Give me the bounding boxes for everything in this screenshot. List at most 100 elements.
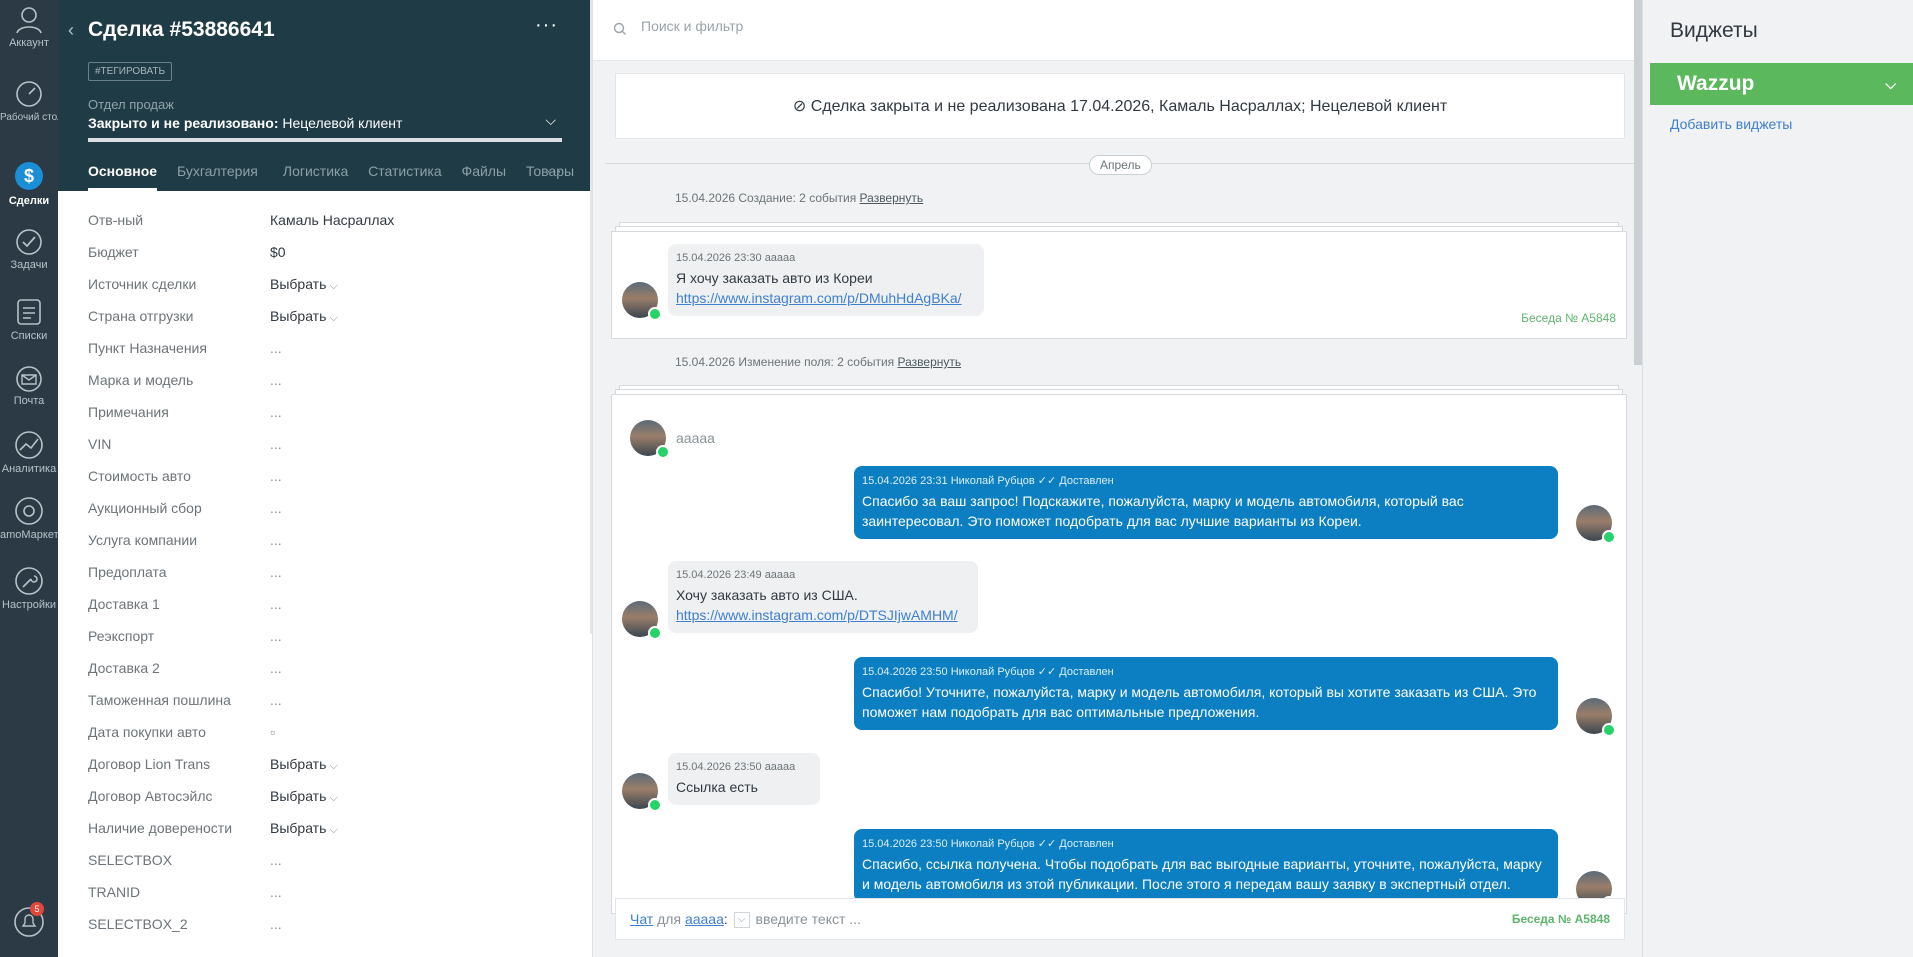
field-value[interactable]: ...: [270, 400, 282, 432]
wazzup-label: Wazzup: [1677, 72, 1755, 95]
conversation-id[interactable]: Беседа № A5848: [1521, 311, 1616, 325]
chevron-down-icon[interactable]: ⌵: [1885, 63, 1896, 105]
field-label: SELECTBOX: [88, 852, 173, 868]
field-value[interactable]: ...: [270, 432, 282, 464]
nav-settings[interactable]: Настройки: [0, 566, 58, 612]
field-label: Доставка 1: [88, 596, 160, 612]
wazzup-widget[interactable]: Wazzup ⌵: [1650, 63, 1913, 105]
double-check-icon: ✓✓: [1037, 838, 1057, 850]
field-label: Марка и модель: [88, 372, 194, 388]
composer-mode-link[interactable]: Чат: [630, 911, 653, 927]
composer-recipient-link[interactable]: ааааа: [685, 911, 724, 927]
nav-label: Аналитика: [1, 463, 57, 475]
field-value[interactable]: ...: [270, 656, 282, 688]
field-value[interactable]: ...: [270, 848, 282, 880]
closed-deal-banner: ⊘ Сделка закрыта и не реализована 17.04.…: [615, 73, 1625, 139]
chevron-down-icon[interactable]: ⌵: [733, 912, 750, 929]
nav-dashboard[interactable]: Рабочий стол: [0, 80, 58, 124]
field-row: SELECTBOX_2...: [88, 912, 568, 944]
nav-analytics[interactable]: Аналитика: [0, 430, 58, 476]
field-label: Услуга компании: [88, 532, 198, 548]
whatsapp-icon: [648, 626, 662, 640]
message-link[interactable]: https://www.instagram.com/p/DMuhHdAgBKa/: [676, 290, 962, 306]
tab-statistics[interactable]: Статистика: [368, 163, 442, 179]
event-group-note: 15.04.2026 Создание: 2 события Развернут…: [675, 191, 923, 205]
expand-link[interactable]: Развернуть: [898, 355, 962, 369]
deal-title[interactable]: Сделка #53886641: [88, 18, 275, 42]
field-row: Аукционный сбор...: [88, 496, 568, 528]
field-row: VIN...: [88, 432, 568, 464]
speedometer-icon: [16, 81, 42, 107]
tag-button[interactable]: #ТЕГИРОВАТЬ: [88, 62, 173, 81]
field-value[interactable]: Выбрать: [270, 752, 338, 784]
whatsapp-icon: [1602, 723, 1616, 737]
nav-label: Почта: [13, 395, 45, 407]
tab-logistics[interactable]: Логистика: [283, 163, 348, 179]
field-label: SELECTBOX_2: [88, 916, 188, 932]
field-value[interactable]: ...: [270, 464, 282, 496]
field-value[interactable]: ...: [270, 880, 282, 912]
nav-notifications[interactable]: 5: [0, 902, 58, 941]
field-label: Примечания: [88, 404, 169, 420]
closed-banner-text: Сделка закрыта и не реализована 17.04.20…: [810, 98, 1448, 115]
field-value[interactable]: ...: [270, 560, 282, 592]
delivery-status: Доставлен: [1059, 475, 1114, 487]
field-value[interactable]: Выбрать: [270, 304, 338, 336]
field-value[interactable]: ...: [270, 528, 282, 560]
checkmark-icon: [16, 229, 42, 255]
field-value[interactable]: $0: [270, 240, 286, 272]
field-value[interactable]: ...: [270, 912, 282, 944]
field-value[interactable]: ▫: [270, 720, 275, 752]
nav-label: Аккаунт: [9, 37, 49, 49]
field-label: Аукционный сбор: [88, 500, 202, 516]
field-value[interactable]: ...: [270, 496, 282, 528]
field-value[interactable]: ...: [270, 688, 282, 720]
avatar: [622, 773, 662, 812]
field-value[interactable]: ...: [270, 336, 282, 368]
nav-label: Настройки: [2, 599, 56, 611]
field-label: Пункт Назначения: [88, 340, 207, 356]
tab-main[interactable]: Основное: [88, 163, 158, 191]
message-meta: 15.04.2026 23:49 ааааа: [676, 569, 796, 581]
message-link[interactable]: https://www.instagram.com/p/DTSJIjwAMHM/: [676, 607, 958, 623]
search-icon: [613, 22, 626, 35]
tab-files[interactable]: Файлы: [462, 163, 506, 179]
tab-accounting[interactable]: Бухгалтерия: [177, 163, 263, 179]
back-arrow-icon[interactable]: ‹: [68, 20, 74, 41]
feed-scrollbar[interactable]: [1634, 0, 1642, 365]
nav-account[interactable]: Аккаунт: [0, 6, 58, 50]
field-value[interactable]: Выбрать: [270, 784, 338, 816]
add-widgets-link[interactable]: Добавить виджеты: [1670, 116, 1792, 132]
status-progress-bar: [88, 138, 562, 142]
field-row: Стоимость авто...: [88, 464, 568, 496]
search-input[interactable]: [641, 18, 1241, 34]
outgoing-message: 15.04.2026 23:50 Николай Рубцов ✓✓ Доста…: [854, 657, 1558, 730]
nav-tasks[interactable]: Задачи: [0, 228, 58, 272]
nav-market[interactable]: amoМаркет: [0, 496, 58, 542]
field-value[interactable]: Выбрать: [270, 272, 338, 304]
field-row: Договор Автосэйлс Выбрать: [88, 784, 568, 816]
tabs-more-icon[interactable]: ···: [546, 163, 562, 181]
field-value[interactable]: Камаль Насраллах: [270, 208, 394, 240]
field-row: Марка и модель...: [88, 368, 568, 400]
nav-mail[interactable]: Почта: [0, 366, 58, 408]
field-value[interactable]: ...: [270, 624, 282, 656]
mail-icon: [16, 366, 42, 392]
svg-text:$: $: [24, 166, 34, 186]
field-row: TRANID...: [88, 880, 568, 912]
nav-lists[interactable]: Списки: [0, 297, 58, 343]
field-value[interactable]: Выбрать: [270, 816, 338, 848]
nav-deals[interactable]: $ Сделки: [0, 160, 58, 208]
incoming-message: 15.04.2026 23:30 ааааа Я хочу заказать а…: [668, 244, 984, 316]
analytics-icon: [15, 431, 43, 459]
double-check-icon: ✓✓: [1037, 666, 1057, 678]
more-options-icon[interactable]: ···: [535, 14, 558, 37]
deal-status[interactable]: Закрыто и не реализовано: Нецелевой клие…: [88, 115, 402, 131]
composer-input[interactable]: введите текст ...: [756, 911, 861, 927]
expand-link[interactable]: Развернуть: [860, 191, 924, 205]
chevron-down-icon[interactable]: ⌵: [545, 112, 556, 129]
field-value[interactable]: ...: [270, 368, 282, 400]
field-value[interactable]: ...: [270, 592, 282, 624]
composer-conversation-id[interactable]: Беседа № A5848: [1512, 899, 1610, 939]
field-row: Бюджет $0: [88, 240, 568, 272]
